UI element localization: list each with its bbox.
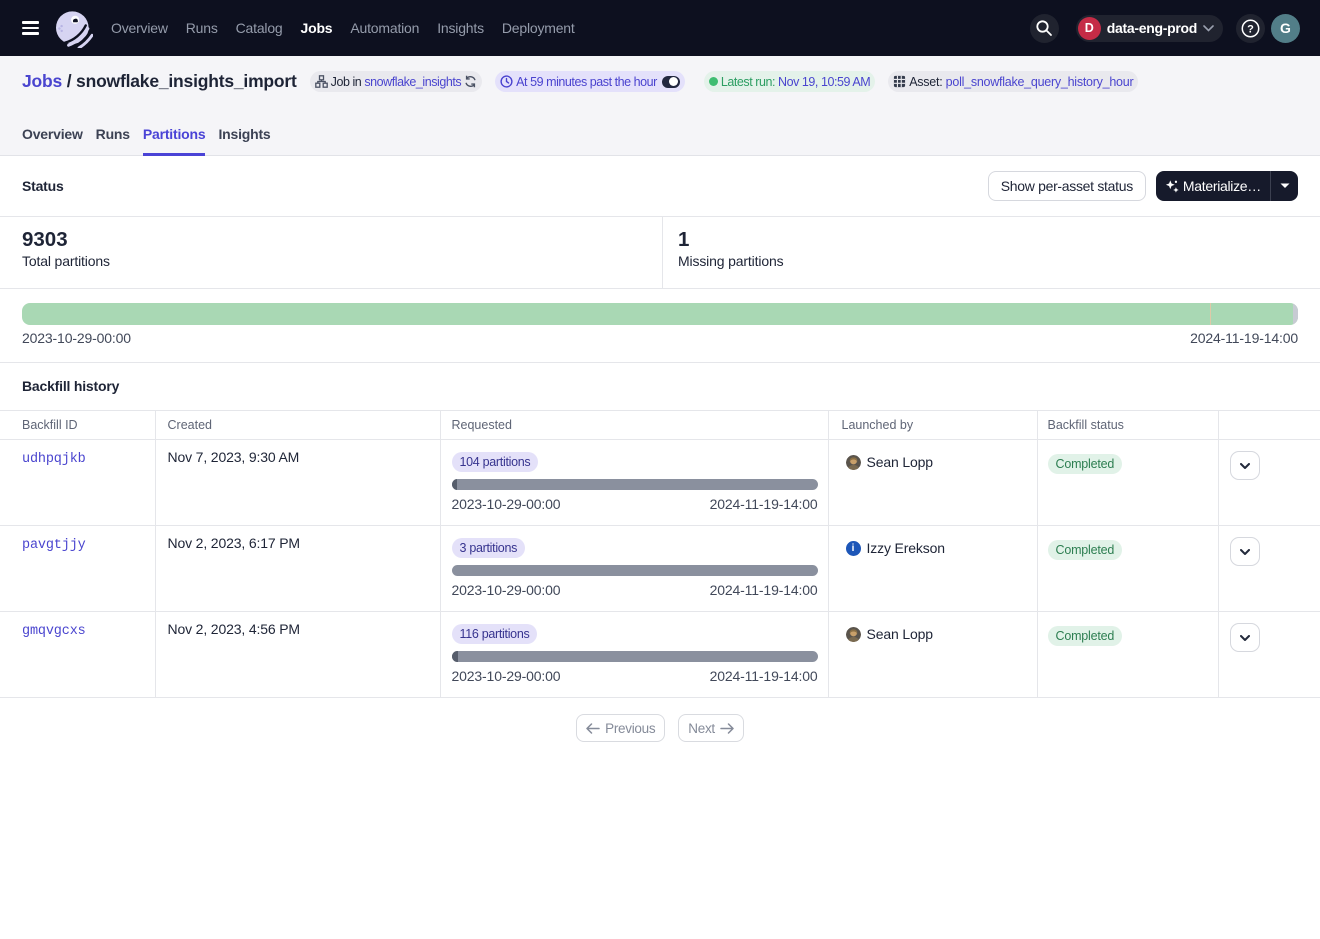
svg-text:?: ? — [1247, 23, 1254, 35]
